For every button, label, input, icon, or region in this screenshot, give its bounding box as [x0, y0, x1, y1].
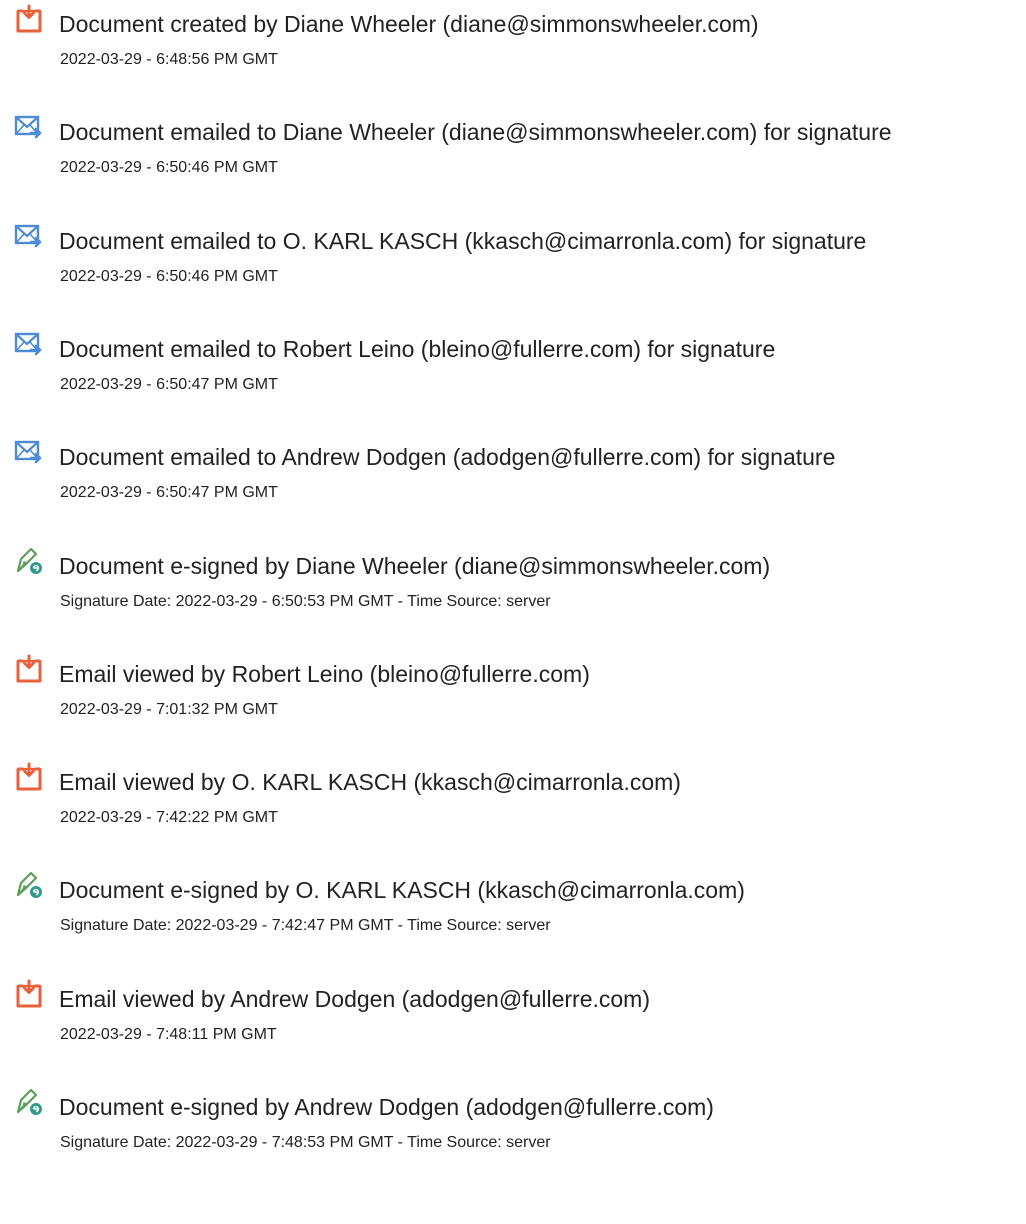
email-sent-icon: [14, 329, 44, 359]
event-title: Document emailed to Robert Leino (bleino…: [59, 336, 776, 362]
audit-event-signed: Document e-signed by Diane Wheeler (dian…: [0, 544, 1026, 624]
event-timestamp: 2022-03-29 - 7:01:32 PM GMT: [60, 701, 278, 718]
email-sent-icon: [14, 112, 44, 142]
event-title: Document e-signed by O. KARL KASCH (kkas…: [59, 877, 745, 903]
event-title: Email viewed by Robert Leino (bleino@ful…: [59, 661, 590, 687]
event-signature-detail: Signature Date: 2022-03-29 - 7:42:47 PM …: [60, 917, 551, 934]
event-title: Email viewed by O. KARL KASCH (kkasch@ci…: [59, 769, 681, 795]
event-timestamp: 2022-03-29 - 6:50:46 PM GMT: [60, 268, 278, 285]
audit-event-signed: Document e-signed by Andrew Dodgen (adod…: [0, 1085, 1026, 1165]
event-signature-detail: Signature Date: 2022-03-29 - 6:50:53 PM …: [60, 593, 551, 610]
audit-event-viewed: Email viewed by Robert Leino (bleino@ful…: [0, 652, 1026, 732]
audit-event-emailed: Document emailed to O. KARL KASCH (kkasc…: [0, 219, 1026, 299]
email-sent-icon: [14, 221, 44, 251]
event-title: Email viewed by Andrew Dodgen (adodgen@f…: [59, 986, 650, 1012]
audit-event-created: Document created by Diane Wheeler (diane…: [0, 2, 1026, 82]
document-viewed-icon: [14, 762, 44, 792]
audit-event-emailed: Document emailed to Robert Leino (bleino…: [0, 327, 1026, 407]
e-signature-icon: [14, 870, 44, 900]
event-timestamp: 2022-03-29 - 7:42:22 PM GMT: [60, 809, 278, 826]
event-timestamp: 2022-03-29 - 6:48:56 PM GMT: [60, 51, 278, 68]
event-title: Document created by Diane Wheeler (diane…: [59, 11, 759, 37]
document-viewed-icon: [14, 979, 44, 1009]
audit-event-viewed: Email viewed by Andrew Dodgen (adodgen@f…: [0, 977, 1026, 1057]
audit-event-emailed: Document emailed to Diane Wheeler (diane…: [0, 110, 1026, 190]
event-timestamp: 2022-03-29 - 6:50:46 PM GMT: [60, 159, 278, 176]
e-signature-icon: [14, 1087, 44, 1117]
event-signature-detail: Signature Date: 2022-03-29 - 7:48:53 PM …: [60, 1134, 551, 1151]
event-timestamp: 2022-03-29 - 6:50:47 PM GMT: [60, 484, 278, 501]
email-sent-icon: [14, 437, 44, 467]
event-timestamp: 2022-03-29 - 6:50:47 PM GMT: [60, 376, 278, 393]
e-signature-icon: [14, 546, 44, 576]
event-title: Document emailed to Andrew Dodgen (adodg…: [59, 444, 836, 470]
event-title: Document e-signed by Andrew Dodgen (adod…: [59, 1094, 714, 1120]
event-title: Document emailed to O. KARL KASCH (kkasc…: [59, 228, 867, 254]
document-created-icon: [14, 4, 44, 34]
audit-event-viewed: Email viewed by O. KARL KASCH (kkasch@ci…: [0, 760, 1026, 840]
audit-event-signed: Document e-signed by O. KARL KASCH (kkas…: [0, 868, 1026, 948]
event-title: Document e-signed by Diane Wheeler (dian…: [59, 553, 771, 579]
audit-event-emailed: Document emailed to Andrew Dodgen (adodg…: [0, 435, 1026, 515]
event-title: Document emailed to Diane Wheeler (diane…: [59, 119, 892, 145]
document-viewed-icon: [14, 654, 44, 684]
event-timestamp: 2022-03-29 - 7:48:11 PM GMT: [60, 1026, 277, 1043]
